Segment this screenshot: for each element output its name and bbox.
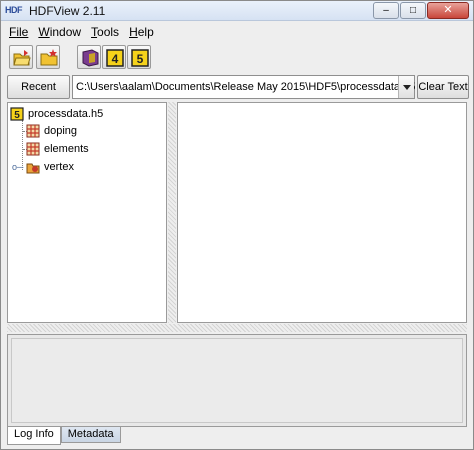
new-file-button[interactable]	[36, 45, 60, 69]
folder-new-icon	[40, 49, 58, 66]
recent-files-button[interactable]: Recent Files	[7, 75, 70, 115]
clear-text-button[interactable]: Clear Text	[417, 75, 469, 99]
folder-open-icon	[13, 50, 31, 66]
group-folder-icon	[26, 160, 40, 174]
tree-node-label: elements	[44, 143, 89, 155]
tree-node-doping[interactable]: doping	[26, 123, 77, 139]
menu-help-label: Help	[129, 25, 154, 39]
recent-files-row: Recent Files C:\Users\aalam\Documents\Re…	[1, 74, 473, 115]
chevron-down-icon	[403, 85, 411, 90]
menu-file[interactable]: File	[9, 25, 28, 39]
content-panel[interactable]	[177, 102, 467, 323]
bottom-tabs: Log Info Metadata	[7, 427, 121, 445]
svg-text:4: 4	[112, 52, 119, 66]
book-icon	[82, 49, 99, 67]
maximize-button[interactable]: □	[400, 2, 426, 19]
svg-text:5: 5	[137, 52, 144, 66]
hdf-logo-icon: HDF	[5, 5, 23, 15]
tree-node-vertex[interactable]: o─ vertex	[12, 159, 74, 175]
maximize-icon: □	[409, 5, 417, 16]
menu-help[interactable]: Help	[129, 25, 154, 39]
dataset-icon	[26, 142, 40, 156]
file-path-combobox[interactable]: C:\Users\aalam\Documents\Release May 201…	[72, 75, 415, 99]
log-info-panel	[7, 334, 467, 427]
expand-handle-icon[interactable]: o─	[12, 162, 26, 172]
hdf5-button[interactable]: 5	[127, 45, 151, 69]
menu-tools[interactable]: Tools	[91, 25, 119, 39]
tree-node-label: doping	[44, 125, 78, 137]
title-bar[interactable]: HDF HDFView 2.11 – □ ✕	[1, 1, 473, 21]
hdf5-icon: 5	[131, 49, 149, 67]
menu-window-label: Window	[38, 25, 82, 39]
tab-log-info[interactable]: Log Info	[7, 427, 61, 445]
vertical-splitter[interactable]	[168, 102, 176, 323]
horizontal-splitter[interactable]	[7, 324, 467, 332]
svg-text:5: 5	[14, 110, 20, 121]
log-text-area[interactable]	[11, 338, 463, 423]
close-button[interactable]: ✕	[427, 2, 469, 19]
menu-window[interactable]: Window	[38, 25, 81, 39]
tree-node-label: vertex	[44, 161, 74, 173]
toolbar: 4 5	[1, 43, 473, 73]
tree-node-elements[interactable]: elements	[26, 141, 89, 157]
window-controls: – □ ✕	[372, 2, 469, 19]
hdf4-button[interactable]: 4	[102, 45, 126, 69]
minimize-button[interactable]: –	[373, 2, 399, 19]
file-path-text: C:\Users\aalam\Documents\Release May 201…	[76, 81, 416, 93]
tree-node-root[interactable]: 5 processdata.h5	[10, 106, 103, 122]
minimize-icon: –	[383, 5, 389, 16]
app-window: HDF HDFView 2.11 – □ ✕ File Window Tools…	[0, 0, 474, 450]
dataset-icon	[26, 124, 40, 138]
menu-tools-label: Tools	[91, 25, 120, 39]
hdf4-icon: 4	[106, 49, 124, 67]
file-tree-panel[interactable]: 5 processdata.h5 doping elements o─ vert…	[7, 102, 167, 323]
path-dropdown-button[interactable]	[398, 76, 414, 98]
menu-bar: File Window Tools Help	[1, 22, 473, 42]
open-file-button[interactable]	[9, 45, 33, 69]
hdf5-file-icon: 5	[10, 107, 24, 121]
tree-node-label: processdata.h5	[28, 108, 104, 120]
tab-metadata[interactable]: Metadata	[60, 427, 121, 443]
window-title: HDFView 2.11	[29, 4, 106, 18]
close-icon: ✕	[443, 4, 453, 16]
menu-file-label: File	[9, 25, 29, 39]
help-book-button[interactable]	[77, 45, 101, 69]
